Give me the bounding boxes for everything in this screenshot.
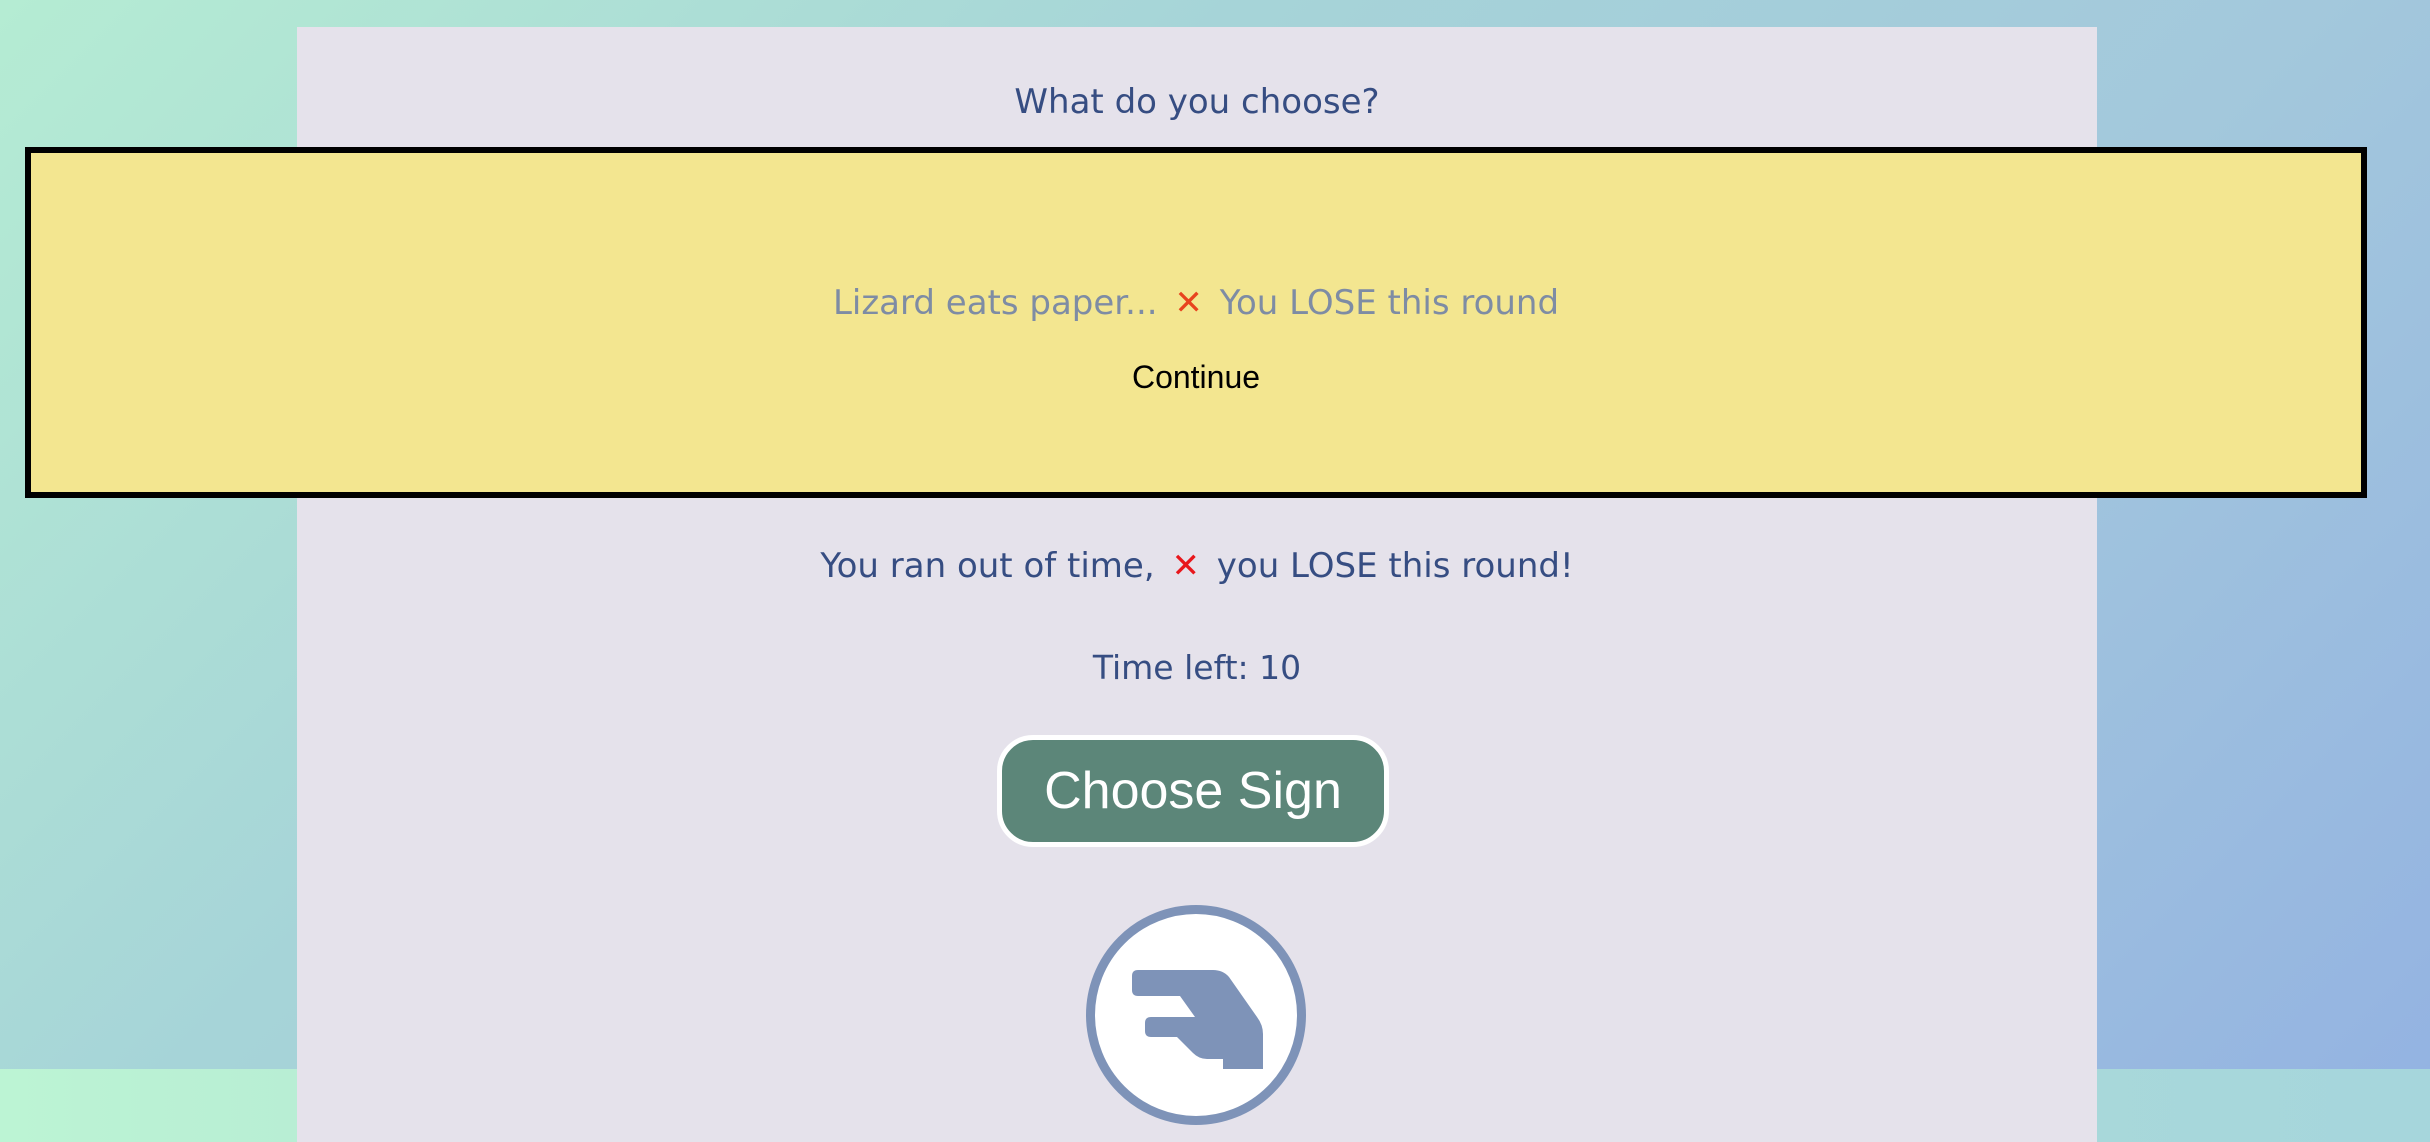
- choose-sign-button[interactable]: Choose Sign: [997, 735, 1389, 847]
- round-result-modal: Lizard eats paper... ✕ You LOSE this rou…: [25, 147, 2367, 498]
- cross-icon: ✕: [1171, 546, 1200, 586]
- modal-message-suffix: You LOSE this round: [1219, 283, 1560, 323]
- continue-button[interactable]: Continue: [1132, 359, 1260, 396]
- round-status: You ran out of time, ✕ you LOSE this rou…: [297, 546, 2097, 586]
- timer-label: Time left: 10: [1092, 648, 1302, 687]
- lizard-hand-icon: [1132, 970, 1263, 1069]
- modal-message: Lizard eats paper... ✕ You LOSE this rou…: [31, 283, 2361, 323]
- question-heading: What do you choose?: [1014, 82, 1380, 122]
- cross-icon: ✕: [1174, 283, 1203, 323]
- status-suffix: you LOSE this round!: [1216, 546, 1574, 586]
- status-prefix: You ran out of time,: [820, 546, 1155, 586]
- current-sign: [1086, 905, 1306, 1125]
- modal-message-prefix: Lizard eats paper...: [832, 283, 1158, 323]
